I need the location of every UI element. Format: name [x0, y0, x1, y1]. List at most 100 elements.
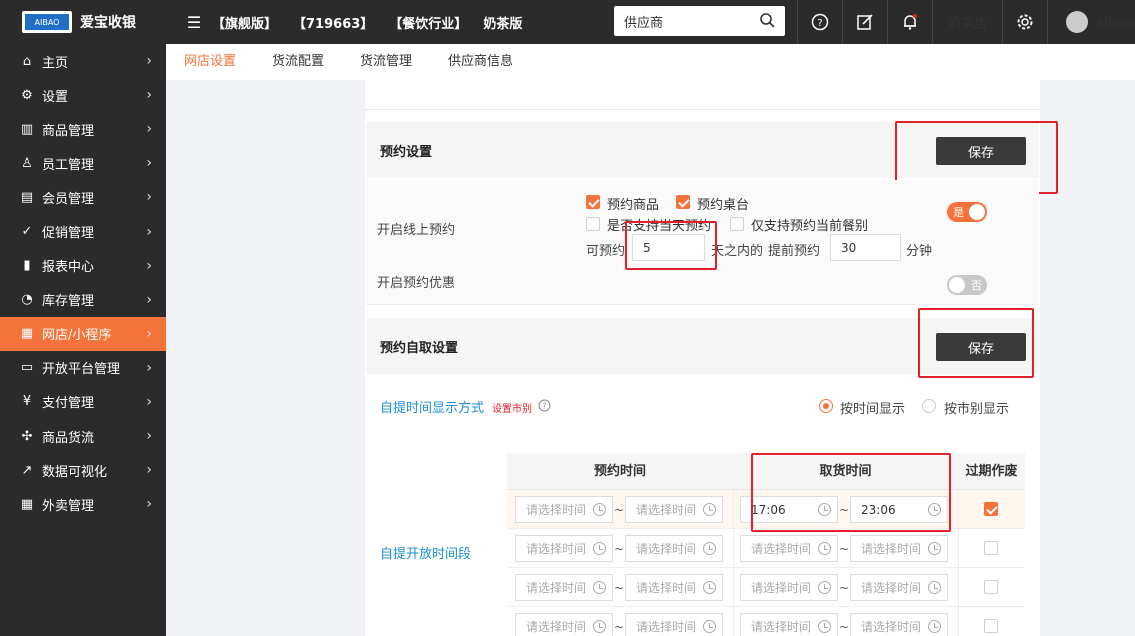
- radio-by-time[interactable]: [819, 399, 833, 413]
- minutes-input[interactable]: 30: [830, 234, 901, 261]
- tab-goods-flow-config[interactable]: 货流配置: [254, 44, 342, 80]
- sidebar-item[interactable]: ⚙ 设置 ›: [0, 78, 166, 112]
- time-picker-input[interactable]: 请选择时间: [740, 574, 838, 601]
- avatar: [1066, 11, 1088, 33]
- advance-prefix: 提前预约: [768, 244, 821, 259]
- column-divider: [958, 529, 959, 568]
- chevron-right-icon: ›: [146, 121, 152, 138]
- expire-checkbox[interactable]: [984, 619, 998, 633]
- tab-goods-flow-manage[interactable]: 货流管理: [342, 44, 430, 80]
- sidebar-item-label: 外卖管理: [42, 498, 95, 514]
- sidebar-item-label: 员工管理: [42, 157, 95, 173]
- range-separator: ~: [614, 620, 625, 634]
- sidebar-item[interactable]: ¥ 支付管理 ›: [0, 385, 166, 419]
- pickup-title: 预约自取设置: [380, 340, 459, 356]
- range-separator: ~: [839, 581, 850, 595]
- time-placeholder: 请选择时间: [636, 581, 697, 595]
- tab-store-settings[interactable]: 网店设置: [166, 44, 254, 80]
- tab-supplier-info[interactable]: 供应商信息: [430, 44, 531, 80]
- search-input[interactable]: 供应商: [614, 6, 785, 36]
- expire-checkbox[interactable]: [984, 580, 998, 594]
- sidebar-item-label: 库存管理: [42, 294, 95, 310]
- time-picker-input[interactable]: 请选择时间: [850, 574, 948, 601]
- sidebar-item[interactable]: ◔ 库存管理 ›: [0, 283, 166, 317]
- time-placeholder: 请选择时间: [526, 620, 587, 634]
- expire-checkbox[interactable]: [984, 502, 998, 516]
- svg-text:?: ?: [542, 402, 546, 411]
- display-mode-label: 自提时间显示方式: [380, 401, 485, 416]
- edition-tag: 【旗舰版】: [212, 16, 278, 32]
- set-period-link[interactable]: 设置市别: [492, 400, 532, 415]
- toggle-knob: [969, 204, 985, 220]
- online-reservation-toggle[interactable]: 是: [947, 202, 987, 222]
- flow-icon: ✣: [21, 428, 33, 444]
- chevron-right-icon: ›: [146, 189, 152, 206]
- time-picker-input[interactable]: 请选择时间: [625, 574, 723, 601]
- clock-icon: [703, 620, 716, 633]
- open-period-label: 自提开放时间段: [380, 547, 472, 562]
- sidebar-item[interactable]: ♙ 员工管理 ›: [0, 146, 166, 180]
- sidebar-item[interactable]: ✣ 商品货流 ›: [0, 419, 166, 453]
- reserve-goods-label: 预约商品: [607, 198, 660, 213]
- chevron-right-icon: ›: [146, 393, 152, 410]
- help-icon[interactable]: ?: [797, 0, 842, 44]
- time-picker-input[interactable]: 请选择时间: [515, 613, 613, 636]
- sidebar-item-label: 网店/小程序: [42, 328, 112, 344]
- monitor-icon: ▭: [20, 360, 34, 376]
- app-name: 爱宝收银: [80, 15, 136, 31]
- time-picker-input[interactable]: 请选择时间: [515, 496, 613, 523]
- user-menu[interactable]: aibaon: [1047, 0, 1135, 44]
- store-id-tag: 【719663】: [293, 16, 374, 32]
- time-picker-input[interactable]: 请选择时间: [625, 496, 723, 523]
- clock-icon: [818, 542, 831, 555]
- time-picker-input[interactable]: 请选择时间: [515, 574, 613, 601]
- sidebar-item[interactable]: ↗ 数据可视化 ›: [0, 453, 166, 487]
- time-picker-input[interactable]: 请选择时间: [850, 613, 948, 636]
- reservation-discount-toggle[interactable]: 否: [947, 275, 987, 295]
- gear-icon: ⚙: [21, 87, 33, 103]
- sidebar-item[interactable]: ▦ 网店/小程序 ›: [0, 316, 166, 351]
- menu-toggle-icon[interactable]: ☰: [176, 13, 212, 32]
- search-icon[interactable]: [759, 12, 775, 28]
- radio-by-period[interactable]: [922, 399, 936, 413]
- range-separator: ~: [614, 581, 625, 595]
- help-circle-icon[interactable]: ?: [538, 399, 551, 412]
- person-icon: ♙: [21, 155, 33, 171]
- sidebar-item-label: 开放平台管理: [42, 362, 121, 378]
- column-divider: [733, 568, 734, 607]
- app-logo[interactable]: AIBAO 爱宝收银: [0, 0, 166, 44]
- sidebar-item-label: 促销管理: [42, 226, 95, 242]
- time-placeholder: 请选择时间: [861, 581, 922, 595]
- reserve-goods-checkbox[interactable]: [586, 195, 600, 209]
- sidebar-item[interactable]: ▭ 开放平台管理 ›: [0, 351, 166, 385]
- sidebar-item[interactable]: ✓ 促销管理 ›: [0, 214, 166, 248]
- sidebar-item[interactable]: ⌂ 主页 ›: [0, 44, 166, 78]
- current-meal-checkbox[interactable]: [730, 217, 744, 231]
- reserve-table-checkbox[interactable]: [676, 195, 690, 209]
- sidebar-item[interactable]: ▥ 商品管理 ›: [0, 112, 166, 146]
- clock-icon: [703, 581, 716, 594]
- clock-icon: [593, 503, 606, 516]
- expire-checkbox[interactable]: [984, 541, 998, 555]
- sidebar-item[interactable]: ▦ 外卖管理 ›: [0, 487, 166, 521]
- time-picker-input[interactable]: 请选择时间: [625, 535, 723, 562]
- barcode-icon: ▥: [20, 121, 34, 137]
- sidebar-item[interactable]: ▮ 报表中心 ›: [0, 249, 166, 283]
- time-picker-input[interactable]: 请选择时间: [625, 613, 723, 636]
- top-icon-group: ? 奶茶店 aibaon: [797, 0, 1135, 44]
- notification-bell-icon[interactable]: [887, 0, 932, 44]
- time-picker-input[interactable]: 请选择时间: [740, 613, 838, 636]
- discount-label: 开启预约优惠: [377, 276, 456, 291]
- edit-icon[interactable]: [842, 0, 887, 44]
- settings-gear-icon[interactable]: [1002, 0, 1047, 44]
- same-day-checkbox[interactable]: [586, 217, 600, 231]
- time-picker-input[interactable]: 请选择时间: [850, 535, 948, 562]
- search-value: 供应商: [624, 15, 664, 31]
- column-divider: [958, 607, 959, 636]
- highlight-box: [918, 308, 1034, 378]
- time-picker-input[interactable]: 请选择时间: [740, 535, 838, 562]
- store-name[interactable]: 奶茶店: [932, 0, 1002, 44]
- sidebar-item-label: 数据可视化: [42, 464, 108, 480]
- time-picker-input[interactable]: 请选择时间: [515, 535, 613, 562]
- sidebar-item[interactable]: ▤ 会员管理 ›: [0, 180, 166, 214]
